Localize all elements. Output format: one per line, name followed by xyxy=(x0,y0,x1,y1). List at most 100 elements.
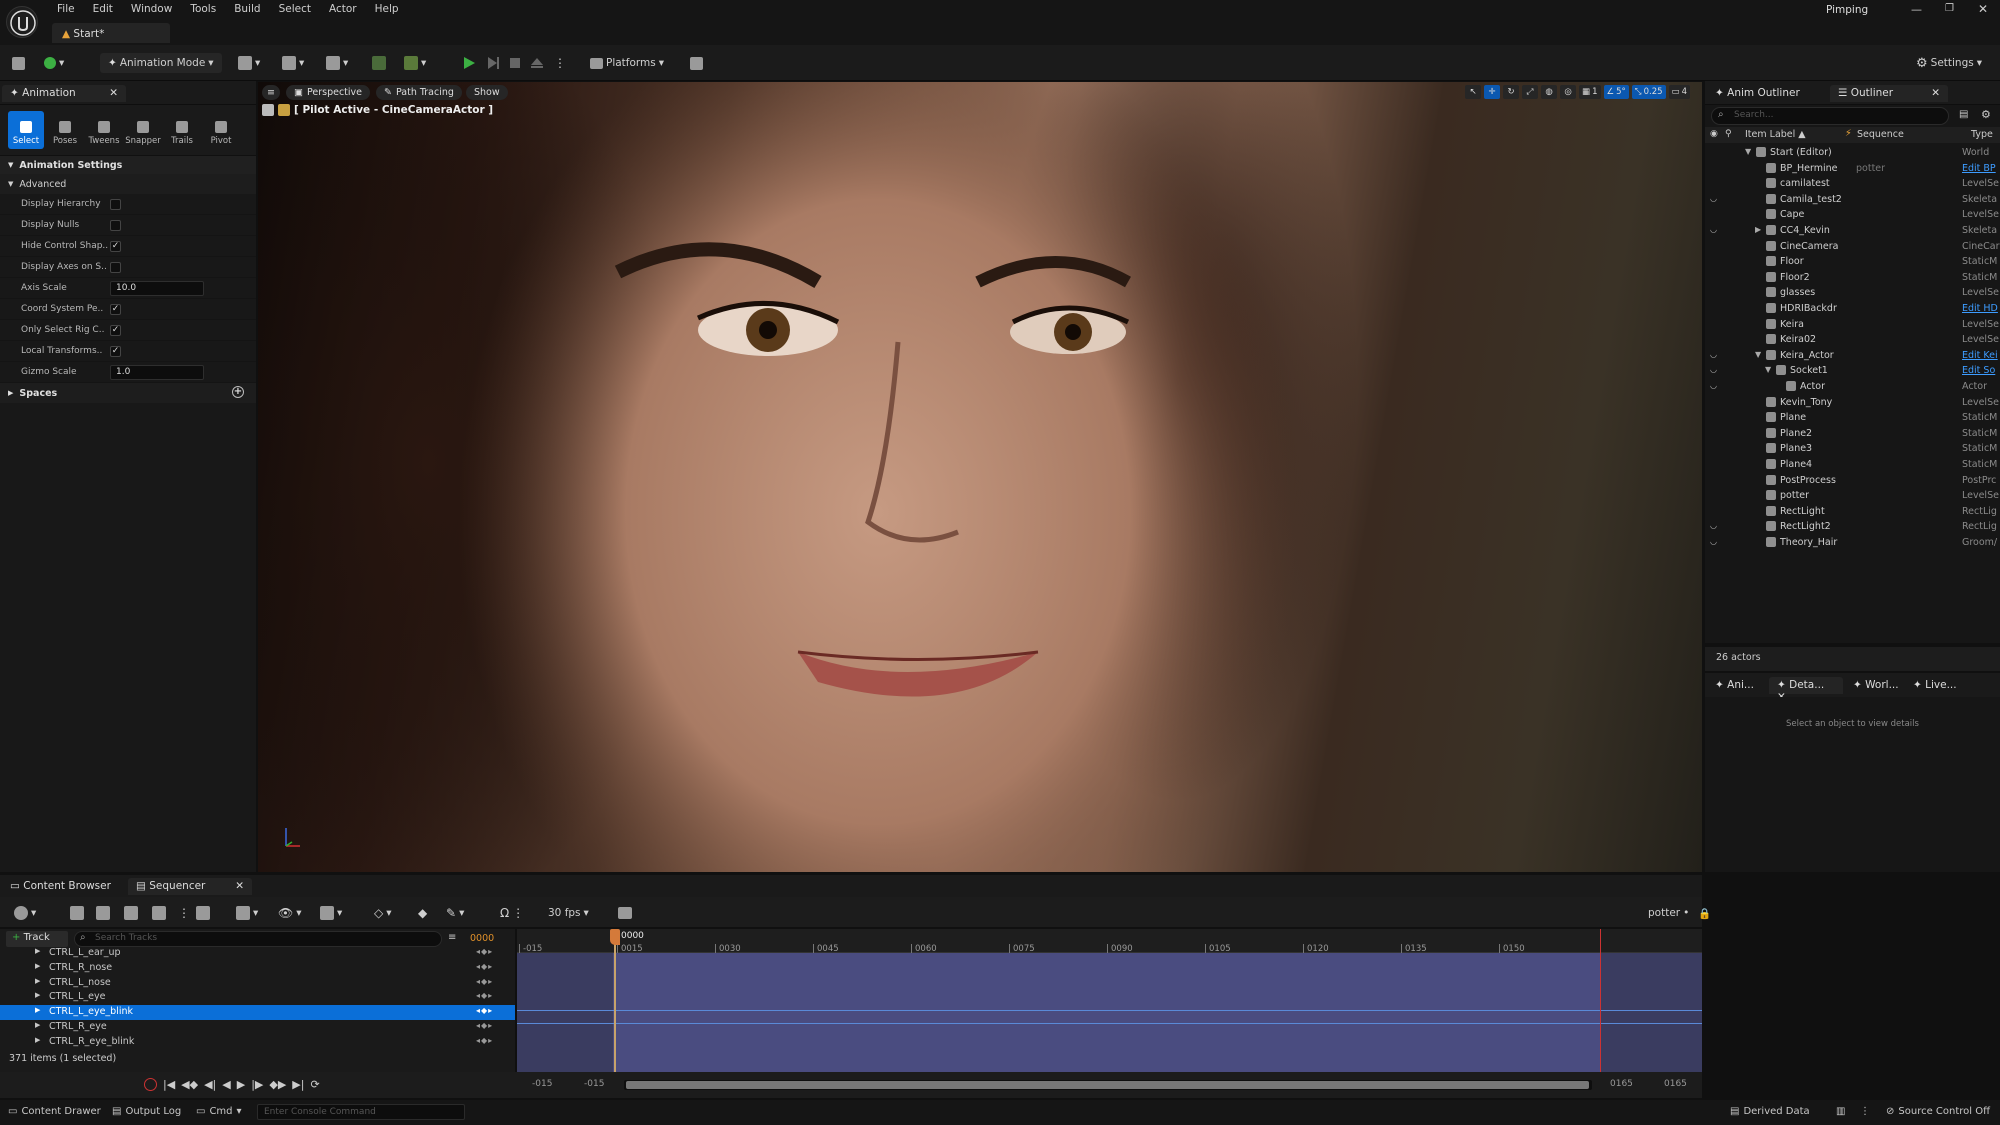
mode-tweens-button[interactable]: Tweens xyxy=(86,111,122,149)
cmd-dropdown[interactable]: ▭ Cmd ▾ xyxy=(196,1106,242,1117)
outliner-row[interactable]: ◡ ▼ Socket1 Edit So xyxy=(1705,363,2000,379)
outliner-item-type[interactable]: Edit Kei xyxy=(1962,350,2000,361)
eject-pilot-icon[interactable] xyxy=(262,104,274,116)
outliner-row[interactable]: Floor StaticM xyxy=(1705,254,2000,270)
eject-icon[interactable] xyxy=(530,53,544,73)
blueprint-button[interactable]: ▾ xyxy=(282,53,304,73)
section-spaces[interactable]: ▶ Spaces + xyxy=(0,383,256,403)
working-range-end[interactable]: 0165 xyxy=(1610,1079,1633,1089)
visibility-eye-icon[interactable]: ◡ xyxy=(1710,365,1717,374)
unreal-logo[interactable] xyxy=(6,6,38,38)
close-icon[interactable]: ✕ xyxy=(1931,87,1940,99)
render-movie-icon[interactable] xyxy=(124,903,138,923)
expand-arrow-icon[interactable]: ▶ xyxy=(35,947,40,955)
tab-sequencer[interactable]: ▤ Sequencer ✕ xyxy=(128,878,252,895)
lock-icon[interactable]: 🔒 xyxy=(1698,907,1711,920)
grid-snap-button[interactable]: ▦ 1 xyxy=(1579,85,1601,99)
tab-outliner[interactable]: ☰ Outliner ✕ xyxy=(1830,85,1948,102)
outliner-row[interactable]: ◡ ▼ Keira_Actor Edit Kei xyxy=(1705,348,2000,364)
settings-dropdown[interactable]: ⚙ Settings ▾ xyxy=(1916,53,1982,73)
outliner-row[interactable]: Floor2 StaticM xyxy=(1705,270,2000,286)
minimize-icon[interactable]: — xyxy=(1911,3,1922,16)
tab-anim-outliner[interactable]: ✦ Anim Outliner xyxy=(1707,85,1808,102)
view-range-end[interactable]: 0165 xyxy=(1664,1079,1687,1089)
world-button[interactable]: ▾ xyxy=(14,903,36,923)
mode-pivot-button[interactable]: Pivot xyxy=(203,111,239,149)
source-control-status[interactable]: ⊘ Source Control Off xyxy=(1886,1106,1990,1117)
section-animation-settings[interactable]: ▼ Animation Settings xyxy=(0,156,256,174)
scale-tool-icon[interactable]: ⤢ xyxy=(1522,85,1539,99)
menu-item-window[interactable]: Window xyxy=(122,2,181,16)
outliner-row[interactable]: Plane StaticM xyxy=(1705,410,2000,426)
fps-dropdown[interactable]: 30 fps ▾ xyxy=(548,903,589,923)
level-viewport[interactable]: ≡ ▣ Perspective ✎ Path Tracing Show ↖ ✛ … xyxy=(258,82,1702,872)
console-input[interactable]: Enter Console Command xyxy=(257,1104,465,1120)
mode-trails-button[interactable]: Trails xyxy=(164,111,200,149)
outliner-row[interactable]: glasses LevelSe xyxy=(1705,285,2000,301)
visibility-eye-icon[interactable]: ◡ xyxy=(1710,225,1717,234)
outliner-row[interactable]: CineCamera CineCar xyxy=(1705,239,2000,255)
track-row[interactable]: ▶ CTRL_L_eye_blink ◂◆▸ xyxy=(0,1005,515,1020)
selected-track-lane[interactable] xyxy=(517,1010,1702,1024)
view-options-button[interactable]: 👁 ▾ xyxy=(278,903,302,923)
viewport-menu-icon[interactable]: ≡ xyxy=(262,85,280,100)
surface-snap-icon[interactable]: ◎ xyxy=(1560,85,1577,99)
menu-item-file[interactable]: File xyxy=(48,2,84,16)
property-number-field[interactable]: 1.0 xyxy=(110,364,204,380)
marketplace-icon[interactable] xyxy=(690,53,703,73)
menu-item-build[interactable]: Build xyxy=(225,2,269,16)
tree-arrow-icon[interactable]: ▼ xyxy=(1745,147,1751,156)
curve-tool-button[interactable]: ✎ ▾ xyxy=(446,903,464,923)
track-row[interactable]: ▶ CTRL_R_eye ◂◆▸ xyxy=(0,1020,515,1035)
more-options-icon[interactable]: ⋮ xyxy=(178,903,190,923)
playhead-handle[interactable] xyxy=(610,929,620,945)
outliner-row[interactable]: HDRIBackdr Edit HD xyxy=(1705,301,2000,317)
more-icon[interactable]: ⋮ xyxy=(1860,1106,1870,1117)
section-advanced[interactable]: ▼ Advanced xyxy=(0,174,256,194)
outliner-row[interactable]: PostProcess PostPrc xyxy=(1705,473,2000,489)
angle-snap-button[interactable]: ∠ 5° xyxy=(1603,85,1629,99)
menu-item-help[interactable]: Help xyxy=(366,2,408,16)
outliner-row[interactable]: Plane3 StaticM xyxy=(1705,441,2000,457)
track-row[interactable]: ▶ CTRL_L_ear_up ◂◆▸ xyxy=(0,946,515,961)
loop-icon[interactable]: ⟳ xyxy=(310,1078,319,1091)
expand-arrow-icon[interactable]: ▶ xyxy=(35,962,40,970)
menu-item-select[interactable]: Select xyxy=(270,2,320,16)
outliner-row[interactable]: potter LevelSe xyxy=(1705,488,2000,504)
property-checkbox[interactable]: ✓ xyxy=(110,303,121,315)
close-window-icon[interactable]: ✕ xyxy=(1978,2,1988,16)
camera-speed-button[interactable]: ▭ 4 xyxy=(1668,85,1690,99)
view-range-start[interactable]: -015 xyxy=(532,1079,552,1089)
level-tab[interactable]: ▲ Start* xyxy=(52,23,170,43)
content-drawer-button[interactable]: ▭ Content Drawer xyxy=(8,1106,101,1117)
visibility-eye-icon[interactable]: ◡ xyxy=(1710,537,1717,546)
output-log-button[interactable]: ▤ Output Log xyxy=(112,1106,181,1117)
pin-icon[interactable]: ⚲ xyxy=(1725,129,1732,139)
key-nav-icons[interactable]: ◂◆▸ xyxy=(476,947,493,956)
property-number-field[interactable]: 10.0 xyxy=(110,280,204,296)
time-ruler[interactable]: -015 0015 0030 0045 0060 0075 0090 0105 0120 0135… xyxy=(517,929,1702,954)
expand-arrow-icon[interactable]: ▶ xyxy=(35,977,40,985)
outliner-item-type[interactable]: Edit HD xyxy=(1962,303,2000,314)
outliner-row[interactable]: Plane2 StaticM xyxy=(1705,426,2000,442)
timeline-scrollbar-thumb[interactable] xyxy=(626,1081,1589,1089)
add-space-icon[interactable]: + xyxy=(232,386,244,398)
column-item-label[interactable]: Item Label ▲ xyxy=(1745,129,1806,140)
notifications-icon[interactable]: ▥ xyxy=(1836,1106,1845,1117)
add-key-icon[interactable]: ◆ xyxy=(418,903,427,923)
property-checkbox[interactable]: ✓ xyxy=(110,345,121,357)
outliner-row[interactable]: Plane4 StaticM xyxy=(1705,457,2000,473)
tree-arrow-icon[interactable]: ▼ xyxy=(1765,365,1771,374)
stop-icon[interactable] xyxy=(508,53,522,73)
track-row[interactable]: ▶ CTRL_R_eye_blink ◂◆▸ xyxy=(0,1035,515,1050)
mode-poses-button[interactable]: Poses xyxy=(47,111,83,149)
perspective-button[interactable]: ▣ Perspective xyxy=(286,85,371,100)
playhead[interactable] xyxy=(614,929,616,1072)
menu-item-actor[interactable]: Actor xyxy=(320,2,366,16)
step-icon[interactable] xyxy=(486,53,500,73)
prev-frame-icon[interactable]: ◀| xyxy=(204,1078,216,1091)
curve-editor-icon[interactable] xyxy=(618,903,632,923)
tab-animation[interactable]: ✦ Animation ✕ xyxy=(2,85,126,102)
visibility-eye-icon[interactable]: ◡ xyxy=(1710,381,1717,390)
add-actor-button[interactable]: ▾ xyxy=(238,53,260,73)
